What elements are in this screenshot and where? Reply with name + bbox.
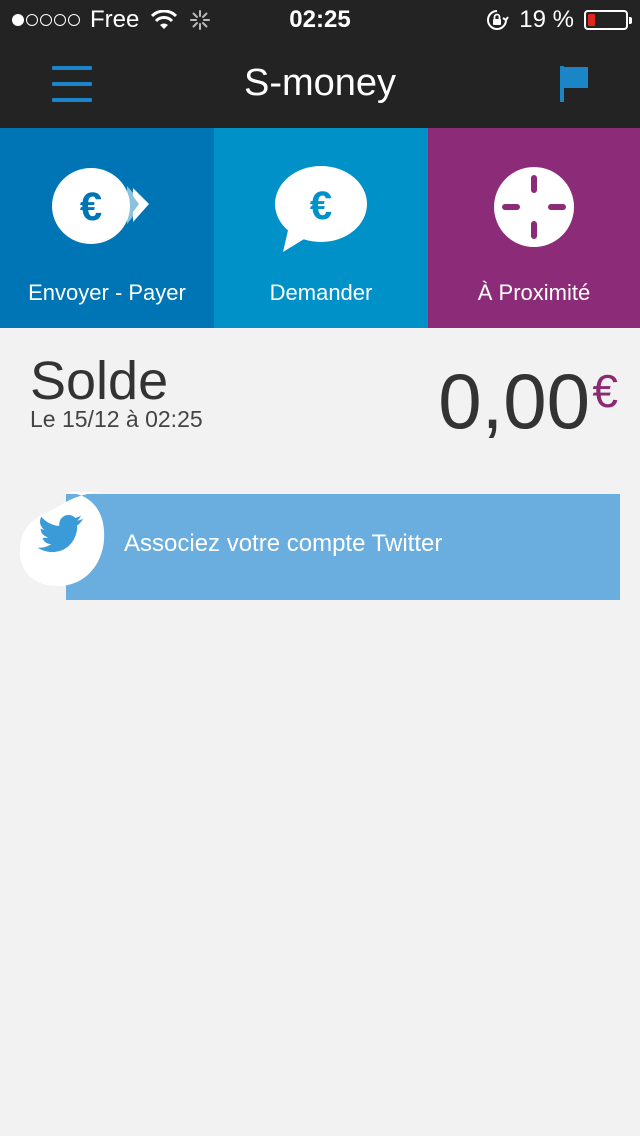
battery-percent: 19 %: [519, 6, 574, 33]
status-right: 19 %: [485, 6, 632, 34]
target-icon: [428, 166, 640, 248]
battery-fill: [588, 14, 595, 26]
svg-text:€: €: [80, 185, 102, 229]
svg-text:€: €: [310, 184, 332, 228]
request-money-icon: €: [214, 166, 428, 252]
balance-section: Solde Le 15/12 à 02:25 0,00 €: [0, 328, 640, 448]
balance-date: Le 15/12 à 02:25: [30, 406, 203, 432]
proximity-label: À Proximité: [477, 280, 591, 305]
send-pay-tile[interactable]: € Envoyer - Payer: [0, 128, 214, 328]
twitter-connect-label: Associez votre compte Twitter: [124, 530, 443, 557]
balance-amount: 0,00: [438, 357, 590, 445]
action-tiles: € Envoyer - Payer € Demander À Proximité: [0, 128, 640, 328]
balance-currency: €: [592, 365, 618, 417]
proximity-tile[interactable]: À Proximité: [428, 128, 640, 328]
status-bar: Free 02:25 19 %: [0, 0, 640, 40]
app-title: S-money: [243, 62, 397, 104]
twitter-connect-button[interactable]: Associez votre compte Twitter: [66, 494, 620, 600]
battery-icon: [584, 10, 632, 30]
nav-bar: S-money: [0, 40, 640, 128]
request-tile[interactable]: € Demander: [214, 128, 428, 328]
request-label: Demander: [269, 280, 373, 305]
send-pay-label: Envoyer - Payer: [28, 280, 186, 305]
balance-title: Solde: [30, 351, 169, 411]
twitter-bird-icon: [20, 492, 105, 586]
rotation-lock-icon: [487, 10, 510, 30]
send-money-icon: €: [0, 166, 214, 246]
flag-icon[interactable]: [558, 64, 590, 104]
